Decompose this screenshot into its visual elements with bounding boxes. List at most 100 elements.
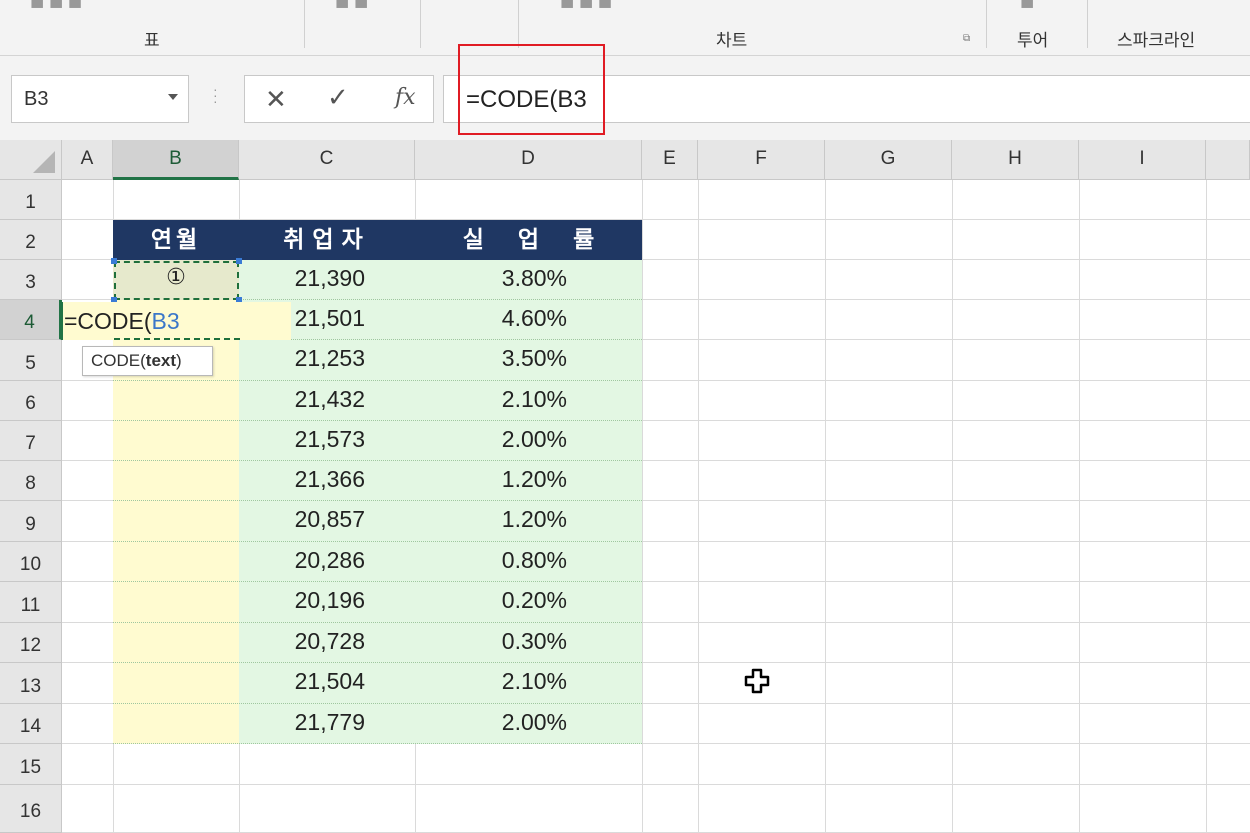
cell-unemployment[interactable]: 4.60% bbox=[415, 305, 567, 332]
ribbon-group-tour: 투어 bbox=[1017, 31, 1049, 51]
row-header[interactable]: 8 bbox=[0, 461, 62, 501]
cell-unemployment[interactable]: 2.00% bbox=[415, 709, 567, 736]
column-header[interactable]: C bbox=[239, 140, 415, 180]
cell-border bbox=[113, 460, 642, 461]
insert-function-icon[interactable]: fx bbox=[395, 85, 416, 110]
row-header[interactable]: 9 bbox=[0, 501, 62, 542]
cell-unemployment[interactable]: 1.20% bbox=[415, 506, 567, 533]
header-cell-employed[interactable]: 취업자 bbox=[239, 220, 415, 260]
cell-employed[interactable]: 21,504 bbox=[239, 668, 365, 695]
cell-employed[interactable]: 20,857 bbox=[239, 506, 365, 533]
edit-marquee bbox=[114, 338, 240, 340]
row-header[interactable]: 12 bbox=[0, 623, 62, 663]
cell-unemployment[interactable]: 0.80% bbox=[415, 547, 567, 574]
cell-unemployment[interactable]: 2.10% bbox=[415, 668, 567, 695]
row-header[interactable]: 2 bbox=[0, 220, 62, 260]
gridline bbox=[952, 180, 953, 833]
row-header[interactable]: 7 bbox=[0, 421, 62, 461]
function-tooltip[interactable]: CODE(text) bbox=[82, 346, 213, 376]
cell-border bbox=[113, 500, 642, 501]
gridline bbox=[1206, 180, 1207, 833]
ribbon: ■ ■ ■ ■ ■ ■ ■ ■ ■ 표 차트 ⧉ 투어 스파크라인 bbox=[0, 0, 1250, 56]
cell-b4-formula: =CODE(B3 bbox=[64, 308, 180, 334]
ribbon-cut-icons: ■ ■ ■ ■ ■ ■ ■ ■ ■ bbox=[30, 0, 1035, 10]
group-separator bbox=[1087, 0, 1088, 48]
ribbon-group-sparkline: 스파크라인 bbox=[1117, 31, 1196, 51]
column-header[interactable]: H bbox=[952, 140, 1079, 180]
column-header-partial[interactable] bbox=[1206, 140, 1250, 180]
ribbon-group-table: 표 bbox=[144, 31, 160, 51]
cell-border bbox=[113, 703, 642, 704]
column-header[interactable]: B bbox=[113, 140, 239, 180]
range-handle[interactable] bbox=[236, 258, 242, 264]
cell-border bbox=[113, 662, 642, 663]
group-separator bbox=[304, 0, 305, 48]
row-header[interactable]: 16 bbox=[0, 785, 62, 833]
cell-employed[interactable]: 20,286 bbox=[239, 547, 365, 574]
cell-unemployment[interactable]: 2.00% bbox=[415, 426, 567, 453]
cell-employed[interactable]: 20,728 bbox=[239, 628, 365, 655]
cell-border bbox=[113, 420, 642, 421]
column-header[interactable]: F bbox=[698, 140, 825, 180]
dialog-launcher-icon[interactable]: ⧉ bbox=[963, 33, 975, 45]
cell-border bbox=[113, 743, 642, 744]
cell-unemployment[interactable]: 0.30% bbox=[415, 628, 567, 655]
check-icon[interactable]: ✓ bbox=[327, 82, 349, 113]
name-box-value: B3 bbox=[24, 88, 49, 110]
row-header[interactable]: 1 bbox=[0, 180, 62, 220]
header-cell-yearmonth[interactable]: 연월 bbox=[113, 220, 239, 260]
gridline bbox=[1079, 180, 1080, 833]
range-handle[interactable] bbox=[111, 258, 117, 264]
row-header[interactable]: 3 bbox=[0, 260, 62, 300]
cell-employed[interactable]: 20,196 bbox=[239, 587, 365, 614]
cell-employed[interactable]: 21,779 bbox=[239, 709, 365, 736]
cell-unemployment[interactable]: 3.80% bbox=[415, 265, 567, 292]
gridline bbox=[698, 180, 699, 833]
column-header[interactable]: A bbox=[62, 140, 113, 180]
row-header[interactable]: 5 bbox=[0, 340, 62, 381]
row-header[interactable]: 15 bbox=[0, 744, 62, 785]
annotation-highlight-box bbox=[458, 44, 605, 135]
formula-buttons: ✕ ✓ fx bbox=[244, 75, 434, 123]
select-all-button[interactable] bbox=[0, 140, 62, 180]
cell-unemployment[interactable]: 2.10% bbox=[415, 386, 567, 413]
gridline bbox=[825, 180, 826, 833]
cell-border bbox=[113, 622, 642, 623]
group-separator bbox=[518, 0, 519, 48]
cancel-icon[interactable]: ✕ bbox=[265, 84, 287, 115]
row-header[interactable]: 10 bbox=[0, 542, 62, 582]
column-header[interactable]: I bbox=[1079, 140, 1206, 180]
cell-employed[interactable]: 21,573 bbox=[239, 426, 365, 453]
group-separator bbox=[420, 0, 421, 48]
cell-employed[interactable]: 21,390 bbox=[239, 265, 365, 292]
cell-unemployment[interactable]: 3.50% bbox=[415, 345, 567, 372]
row-header[interactable]: 13 bbox=[0, 663, 62, 704]
row-header[interactable]: 4 bbox=[0, 300, 62, 340]
spreadsheet-grid[interactable]: A B C D E F G H I 1 2 3 4 5 6 7 8 9 10 11 12 13 14 15 1… bbox=[0, 140, 1250, 833]
row-header[interactable]: 14 bbox=[0, 704, 62, 744]
cell-unemployment[interactable]: 0.20% bbox=[415, 587, 567, 614]
reference-marquee bbox=[114, 261, 239, 300]
chevron-down-icon[interactable] bbox=[168, 94, 178, 100]
cell-employed[interactable]: 21,366 bbox=[239, 466, 365, 493]
name-box[interactable]: B3 bbox=[11, 75, 189, 123]
header-cell-unemployment[interactable]: 실 업 률 bbox=[415, 220, 642, 260]
cell-unemployment[interactable]: 1.20% bbox=[415, 466, 567, 493]
cell-employed[interactable]: 21,253 bbox=[239, 345, 365, 372]
gridline bbox=[642, 180, 643, 833]
drag-handle-icon[interactable]: · · · bbox=[213, 82, 219, 108]
column-header[interactable]: D bbox=[415, 140, 642, 180]
row-header[interactable]: 6 bbox=[0, 381, 62, 421]
formula-reference: B3 bbox=[151, 308, 180, 334]
cell-employed[interactable]: 21,432 bbox=[239, 386, 365, 413]
row-header[interactable]: 11 bbox=[0, 582, 62, 623]
cell-border bbox=[113, 380, 642, 381]
cell-border bbox=[113, 541, 642, 542]
group-separator bbox=[986, 0, 987, 48]
cell-select-cursor-icon bbox=[744, 668, 770, 694]
gridline bbox=[62, 784, 1250, 785]
cell-border bbox=[113, 581, 642, 582]
column-header[interactable]: E bbox=[642, 140, 698, 180]
ribbon-group-chart: 차트 bbox=[716, 31, 748, 51]
column-header[interactable]: G bbox=[825, 140, 952, 180]
